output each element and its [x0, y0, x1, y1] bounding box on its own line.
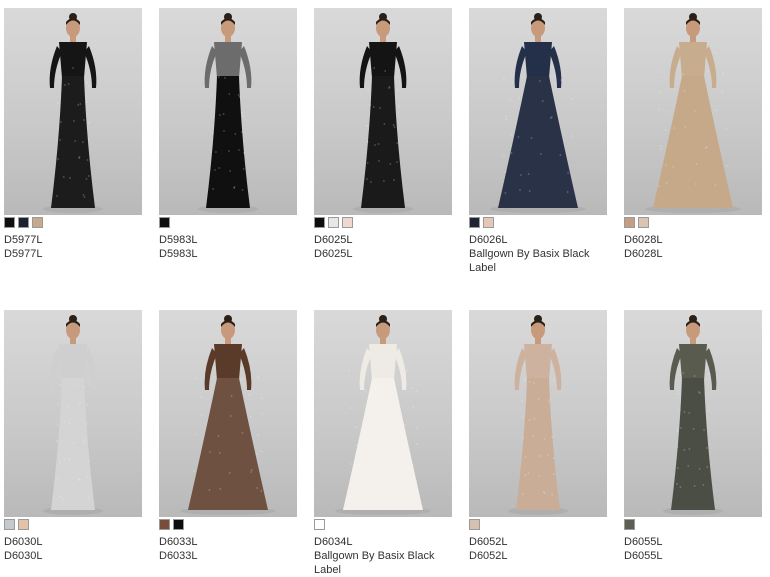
- color-swatch[interactable]: [342, 217, 353, 228]
- color-swatches: [314, 519, 454, 530]
- model-illustration: [490, 13, 586, 213]
- product-image[interactable]: [4, 310, 142, 517]
- product-image[interactable]: [469, 310, 607, 517]
- product-image[interactable]: [159, 310, 297, 517]
- product-image[interactable]: [314, 310, 452, 517]
- product-sku[interactable]: D5983L: [159, 233, 299, 247]
- color-swatch[interactable]: [469, 217, 480, 228]
- color-swatch[interactable]: [159, 217, 170, 228]
- product-name[interactable]: D6028L: [624, 247, 764, 261]
- product-info: D6025L D6025L: [314, 233, 454, 261]
- product-info: D6052L D6052L: [469, 535, 609, 563]
- color-swatch[interactable]: [624, 217, 635, 228]
- color-swatches: [469, 519, 609, 530]
- product-image[interactable]: [4, 8, 142, 215]
- product-card[interactable]: D6026L Ballgown By Basix Black Label: [469, 8, 609, 275]
- product-image[interactable]: [469, 8, 607, 215]
- color-swatch[interactable]: [314, 519, 325, 530]
- product-name[interactable]: D6030L: [4, 549, 144, 563]
- product-name[interactable]: D5983L: [159, 247, 299, 261]
- product-info: D6028L D6028L: [624, 233, 764, 261]
- color-swatches: [4, 519, 144, 530]
- product-image[interactable]: [624, 310, 762, 517]
- model-illustration: [335, 315, 431, 515]
- product-info: D5983L D5983L: [159, 233, 299, 261]
- color-swatch[interactable]: [173, 519, 184, 530]
- model-illustration: [645, 13, 741, 213]
- model-illustration: [663, 315, 723, 515]
- product-name[interactable]: D6055L: [624, 549, 764, 563]
- product-info: D6055L D6055L: [624, 535, 764, 563]
- product-name[interactable]: D5977L: [4, 247, 144, 261]
- product-card[interactable]: D6033L D6033L: [159, 310, 299, 563]
- color-swatches: [159, 217, 299, 228]
- product-image[interactable]: [159, 8, 297, 215]
- product-name[interactable]: D6052L: [469, 549, 609, 563]
- product-card[interactable]: D6028L D6028L: [624, 8, 764, 261]
- product-sku[interactable]: D5977L: [4, 233, 144, 247]
- color-swatches: [314, 217, 454, 228]
- product-info: D6033L D6033L: [159, 535, 299, 563]
- color-swatches: [159, 519, 299, 530]
- product-sku[interactable]: D6033L: [159, 535, 299, 549]
- product-card[interactable]: D5983L D5983L: [159, 8, 299, 261]
- color-swatch[interactable]: [18, 217, 29, 228]
- color-swatch[interactable]: [638, 217, 649, 228]
- color-swatches: [624, 217, 764, 228]
- color-swatch[interactable]: [483, 217, 494, 228]
- product-name[interactable]: D6025L: [314, 247, 454, 261]
- product-card[interactable]: D5977L D5977L: [4, 8, 144, 261]
- color-swatch[interactable]: [4, 519, 15, 530]
- product-name[interactable]: D6033L: [159, 549, 299, 563]
- color-swatches: [4, 217, 144, 228]
- product-sku[interactable]: D6030L: [4, 535, 144, 549]
- product-image[interactable]: [624, 8, 762, 215]
- model-illustration: [198, 13, 258, 213]
- product-info: D5977L D5977L: [4, 233, 144, 261]
- product-sku[interactable]: D6052L: [469, 535, 609, 549]
- color-swatches: [624, 519, 764, 530]
- product-name[interactable]: Ballgown By Basix Black Label: [314, 549, 454, 577]
- product-card[interactable]: D6052L D6052L: [469, 310, 609, 563]
- product-sku[interactable]: D6034L: [314, 535, 454, 549]
- product-info: D6034L Ballgown By Basix Black Label: [314, 535, 454, 577]
- product-sku[interactable]: D6055L: [624, 535, 764, 549]
- model-illustration: [508, 315, 568, 515]
- color-swatch[interactable]: [159, 519, 170, 530]
- product-image[interactable]: [314, 8, 452, 215]
- color-swatch[interactable]: [32, 217, 43, 228]
- product-sku[interactable]: D6028L: [624, 233, 764, 247]
- product-name[interactable]: Ballgown By Basix Black Label: [469, 247, 609, 275]
- color-swatches: [469, 217, 609, 228]
- product-card[interactable]: D6030L D6030L: [4, 310, 144, 563]
- color-swatch[interactable]: [328, 217, 339, 228]
- product-info: D6030L D6030L: [4, 535, 144, 563]
- product-sku[interactable]: D6025L: [314, 233, 454, 247]
- product-card[interactable]: D6034L Ballgown By Basix Black Label: [314, 310, 454, 577]
- model-illustration: [180, 315, 276, 515]
- product-sku[interactable]: D6026L: [469, 233, 609, 247]
- color-swatch[interactable]: [469, 519, 480, 530]
- color-swatch[interactable]: [624, 519, 635, 530]
- color-swatch[interactable]: [18, 519, 29, 530]
- color-swatch[interactable]: [4, 217, 15, 228]
- color-swatch[interactable]: [314, 217, 325, 228]
- model-illustration: [43, 13, 103, 213]
- product-card[interactable]: D6055L D6055L: [624, 310, 764, 563]
- model-illustration: [43, 315, 103, 515]
- product-card[interactable]: D6025L D6025L: [314, 8, 454, 261]
- model-illustration: [353, 13, 413, 213]
- product-info: D6026L Ballgown By Basix Black Label: [469, 233, 609, 275]
